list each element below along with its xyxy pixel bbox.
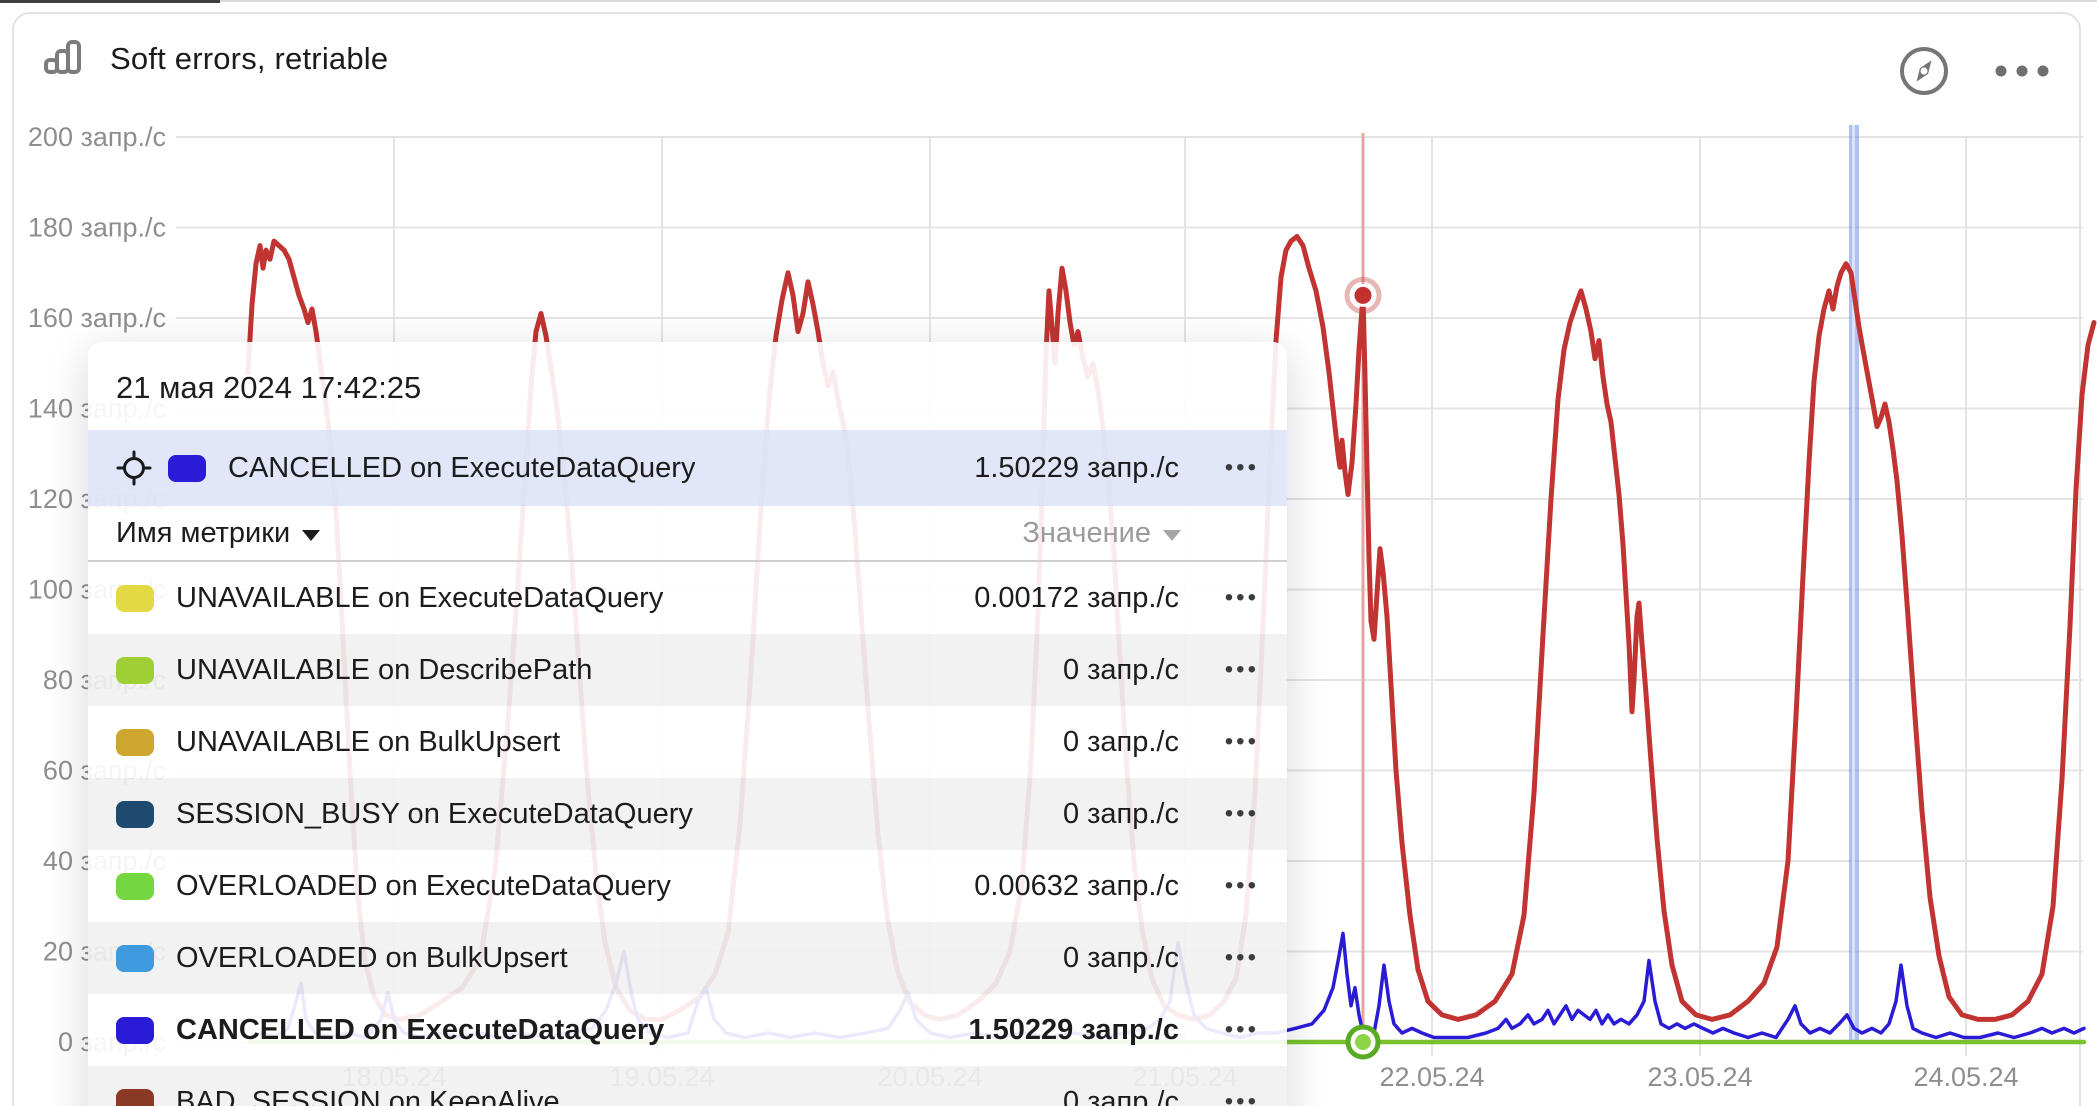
- series-color-swatch: [116, 801, 154, 828]
- row-menu-button[interactable]: •••: [1179, 1088, 1259, 1106]
- y-axis-label: 180 запр./с: [28, 213, 166, 243]
- tooltip-metric-row[interactable]: UNAVAILABLE on BulkUpsert 0 запр./с •••: [88, 706, 1287, 778]
- monitoring-widget: Soft errors, retriable 0 запр./с20 запр.…: [0, 0, 2097, 1106]
- metric-name: OVERLOADED on BulkUpsert: [176, 942, 568, 975]
- metric-name: OVERLOADED on ExecuteDataQuery: [176, 870, 671, 903]
- metric-value: 0 запр./с: [1043, 942, 1179, 975]
- tooltip-metric-row[interactable]: SESSION_BUSY on ExecuteDataQuery 0 запр.…: [88, 778, 1287, 850]
- row-menu-button[interactable]: •••: [1179, 800, 1259, 828]
- pinned-metric-name: CANCELLED on ExecuteDataQuery: [228, 452, 695, 485]
- series-color-swatch: [116, 945, 154, 972]
- metric-value: 0 запр./с: [1043, 798, 1179, 831]
- x-axis-label: 23.05.24: [1647, 1062, 1752, 1092]
- series-color-swatch: [116, 1017, 154, 1044]
- value-header-label: Значение: [1022, 517, 1151, 550]
- compass-icon: [1897, 44, 1951, 98]
- hover-tooltip: 21 мая 2024 17:42:25 CANCELLED on Execut…: [88, 342, 1287, 1106]
- card-header: Soft errors, retriable: [42, 34, 388, 83]
- bar-chart-icon: [42, 34, 86, 83]
- red-marker-point: [1355, 287, 1372, 304]
- tooltip-metric-row[interactable]: OVERLOADED on BulkUpsert 0 запр./с •••: [88, 922, 1287, 994]
- row-menu-button[interactable]: •••: [1179, 728, 1259, 756]
- series-color-swatch: [116, 873, 154, 900]
- tooltip-metric-row[interactable]: BAD_SESSION on KeepAlive 0 запр./с •••: [88, 1066, 1287, 1106]
- chart-title: Soft errors, retriable: [110, 41, 388, 77]
- metric-value: 0 запр./с: [1043, 654, 1179, 687]
- x-axis-label: 24.05.24: [1913, 1062, 2018, 1092]
- tooltip-pinned-row[interactable]: CANCELLED on ExecuteDataQuery 1.50229 за…: [88, 430, 1287, 506]
- metric-name-header-label: Имя метрики: [116, 517, 290, 550]
- row-menu-button[interactable]: •••: [1179, 872, 1259, 900]
- metric-name: UNAVAILABLE on DescribePath: [176, 654, 592, 687]
- tooltip-timestamp: 21 мая 2024 17:42:25: [88, 342, 1287, 430]
- sort-arrow-icon: [1163, 530, 1181, 541]
- row-menu-button[interactable]: •••: [1179, 944, 1259, 972]
- crosshair-icon: [116, 450, 152, 486]
- series-color-swatch: [116, 657, 154, 684]
- metric-value: 0.00632 запр./с: [954, 870, 1179, 903]
- x-axis-label: 22.05.24: [1379, 1062, 1484, 1092]
- metric-name: SESSION_BUSY on ExecuteDataQuery: [176, 798, 693, 831]
- pinned-row-menu-button[interactable]: •••: [1179, 454, 1259, 482]
- sort-arrow-icon: [302, 530, 320, 541]
- row-menu-button[interactable]: •••: [1179, 656, 1259, 684]
- column-header-metric-name[interactable]: Имя метрики: [116, 517, 320, 550]
- row-menu-button[interactable]: •••: [1179, 1016, 1259, 1044]
- explore-compass-button[interactable]: [1897, 44, 1951, 98]
- pinned-series-swatch: [168, 455, 206, 482]
- y-axis-label: 160 запр./с: [28, 303, 166, 333]
- metric-name: UNAVAILABLE on BulkUpsert: [176, 726, 560, 759]
- tooltip-metric-list: UNAVAILABLE on ExecuteDataQuery 0.00172 …: [88, 562, 1287, 1106]
- y-axis-label: 200 запр./с: [28, 122, 166, 152]
- annotation-line-highlight: [1852, 125, 1855, 1042]
- pinned-metric-value: 1.50229 запр./с: [954, 452, 1179, 485]
- header-actions: [1897, 44, 2053, 98]
- metric-name: UNAVAILABLE on ExecuteDataQuery: [176, 582, 663, 615]
- green-marker-point: [1355, 1034, 1371, 1050]
- series-color-swatch: [116, 585, 154, 612]
- tooltip-metric-row[interactable]: CANCELLED on ExecuteDataQuery 1.50229 за…: [88, 994, 1287, 1066]
- series-color-swatch: [116, 729, 154, 756]
- metric-value: 0.00172 запр./с: [954, 582, 1179, 615]
- metric-value: 0 запр./с: [1043, 726, 1179, 759]
- row-menu-button[interactable]: •••: [1179, 584, 1259, 612]
- ellipsis-icon: [1993, 63, 2053, 79]
- metric-name: BAD_SESSION on KeepAlive: [176, 1086, 560, 1106]
- metric-value: 1.50229 запр./с: [948, 1014, 1179, 1047]
- more-menu-button[interactable]: [1993, 63, 2053, 79]
- metric-value: 0 запр./с: [1043, 1086, 1179, 1106]
- tooltip-metric-row[interactable]: UNAVAILABLE on DescribePath 0 запр./с ••…: [88, 634, 1287, 706]
- metric-name: CANCELLED on ExecuteDataQuery: [176, 1014, 664, 1047]
- tooltip-metric-row[interactable]: UNAVAILABLE on ExecuteDataQuery 0.00172 …: [88, 562, 1287, 634]
- tooltip-column-headers: Имя метрики Значение: [88, 506, 1287, 562]
- tooltip-metric-row[interactable]: OVERLOADED on ExecuteDataQuery 0.00632 з…: [88, 850, 1287, 922]
- series-color-swatch: [116, 1089, 154, 1106]
- column-header-value[interactable]: Значение: [1022, 517, 1181, 550]
